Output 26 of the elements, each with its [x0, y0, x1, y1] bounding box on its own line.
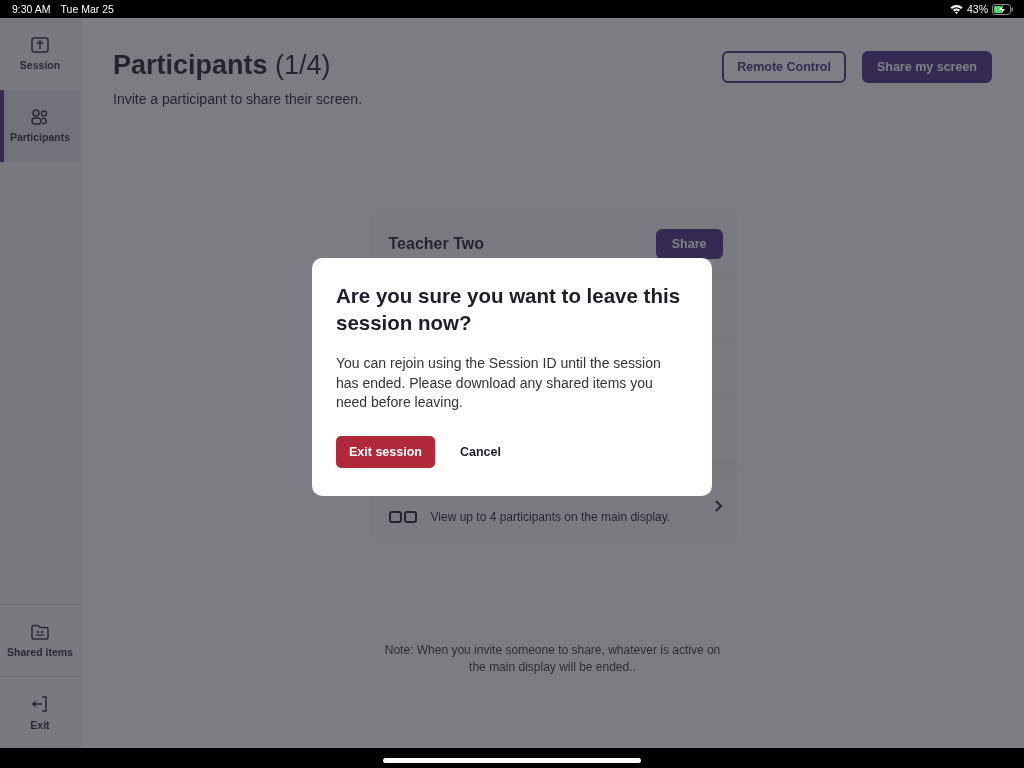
share-screen-button[interactable]: Share my screen	[861, 51, 992, 83]
participant-name: Teacher Two	[388, 235, 485, 253]
remote-control-button[interactable]: Remote Control	[722, 51, 846, 83]
share-button[interactable]: Share	[655, 229, 723, 259]
sidebar-item[interactable]: Session	[0, 18, 80, 90]
page-subtitle: Invite a participant to share their screen.	[113, 91, 363, 107]
chevron-right-icon	[714, 500, 723, 512]
sidebar-item[interactable]: Shared items	[0, 604, 80, 676]
status-date: Tue Mar 25	[60, 3, 114, 15]
battery-percentage: 43%	[967, 3, 988, 15]
dialog-title: Are you sure you want to leave this session now?	[336, 283, 682, 336]
sidebar-item[interactable]: Participants	[0, 90, 80, 162]
grid-view-icon	[388, 511, 417, 523]
exit-session-button[interactable]: Exit session	[336, 435, 435, 468]
share-note: Note: When you invite someone to share, whatever is active on the main display will be ended..	[383, 642, 722, 676]
folder-icon	[31, 623, 49, 640]
cancel-button[interactable]: Cancel	[444, 435, 516, 468]
people-icon	[31, 109, 49, 125]
dialog-message: You can rejoin using the Session ID until the session has ended. Please download any shared items you need before leaving.	[336, 354, 662, 412]
upload-icon	[31, 37, 49, 53]
status-time: 9:30 AM	[12, 3, 51, 15]
wifi-icon	[950, 4, 963, 14]
home-indicator[interactable]	[383, 757, 641, 763]
page-title: Participants (1/4)	[113, 50, 332, 81]
battery-charging-icon	[992, 3, 1014, 15]
exit-icon	[31, 694, 49, 713]
